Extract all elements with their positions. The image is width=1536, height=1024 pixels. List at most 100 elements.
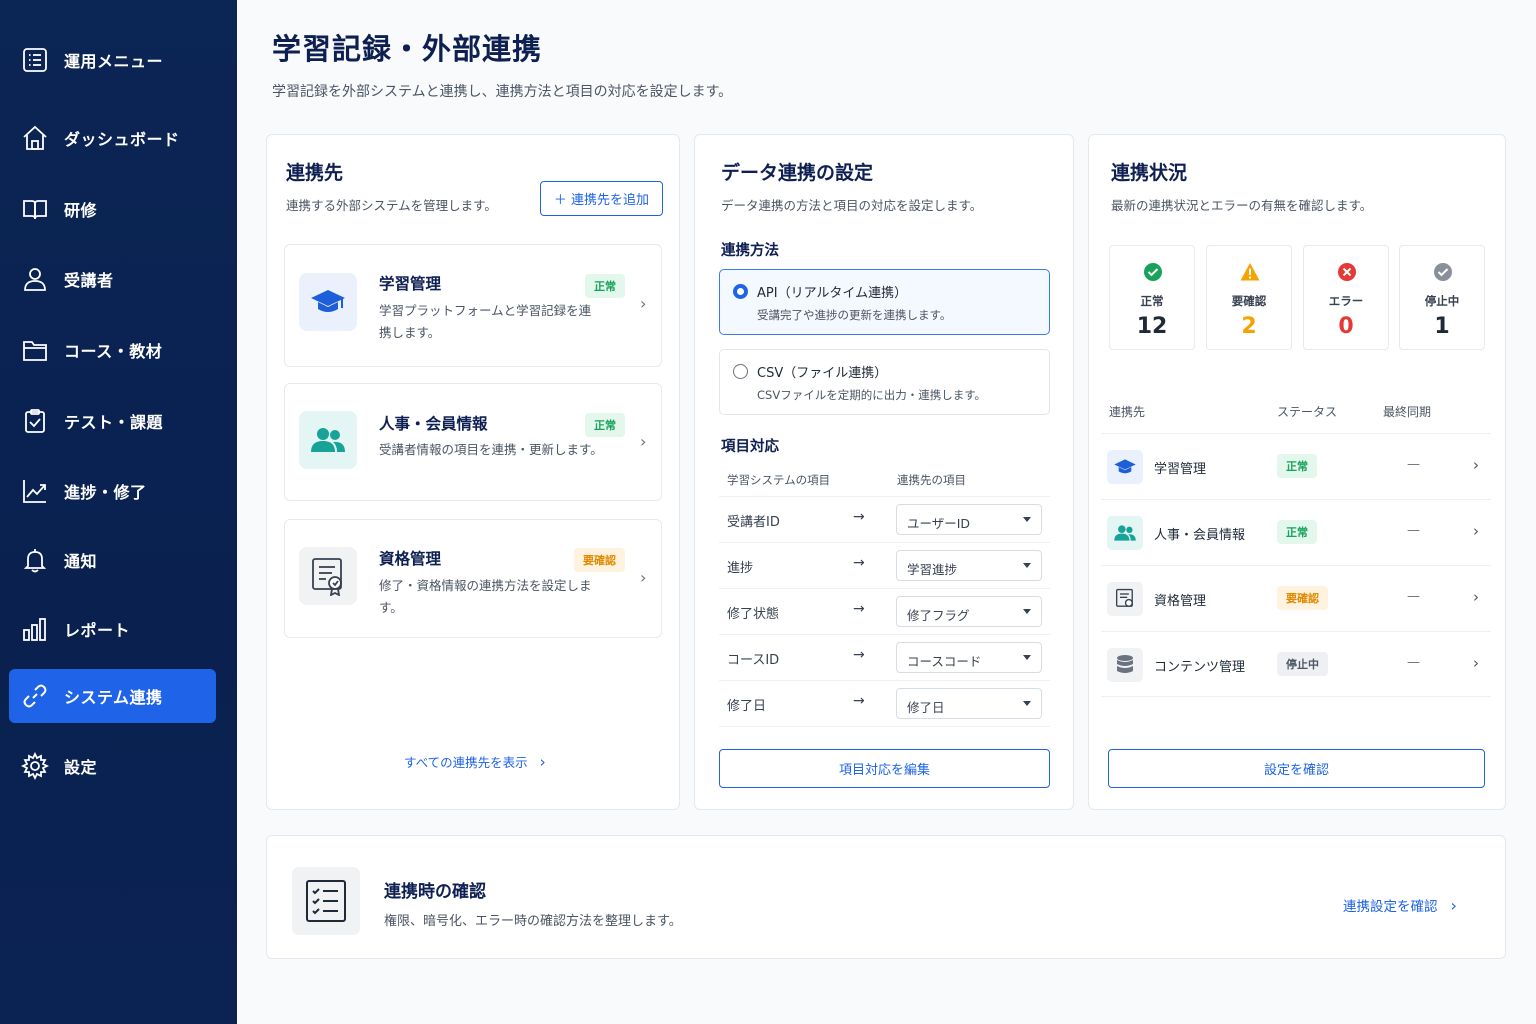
mapping-target-select[interactable]: ユーザーID (896, 504, 1042, 535)
sidebar-item-courses[interactable]: コース・教材 (9, 323, 216, 377)
mapping-source: 修了日 (727, 699, 767, 714)
confirm-settings-button[interactable]: 設定を確認 (1108, 749, 1485, 788)
arrow-right-icon: → (853, 509, 865, 525)
add-destination-button[interactable]: ＋ 連携先を追加 (540, 181, 663, 216)
mapping-source: 修了状態 (727, 607, 780, 622)
mapping-target-select[interactable]: コースコード (896, 642, 1042, 673)
caret-down-icon (1023, 701, 1031, 706)
graduation-cap-icon (1107, 450, 1143, 484)
select-value: コースコード (907, 654, 982, 669)
mapping-target-select[interactable]: 修了日 (896, 688, 1042, 719)
destination-item-learning[interactable]: 学習管理 学習プラットフォームと学習記録を連携します。 正常 › (284, 244, 662, 367)
destinations-title: 連携先 (286, 162, 344, 184)
radio-selected[interactable] (733, 284, 748, 299)
row-name: コンテンツ管理 (1154, 660, 1246, 675)
caret-down-icon (1023, 609, 1031, 614)
mapping-source: コースID (727, 653, 780, 668)
status-badge: 正常 (585, 413, 625, 437)
table-row[interactable]: 学習管理 正常 — › (1101, 433, 1491, 499)
sidebar-item-label: 進捗・修了 (64, 483, 147, 502)
destination-item-certification[interactable]: 資格管理 修了・資格情報の連携方法を設定します。 要確認 › (284, 519, 662, 638)
stat-label: 要確認 (1231, 294, 1267, 308)
sidebar-item-training[interactable]: 研修 (9, 182, 216, 236)
destination-desc: 修了・資格情報の連携方法を設定します。 (379, 578, 592, 615)
sidebar-item-progress[interactable]: 進捗・修了 (9, 464, 216, 518)
link-icon (23, 684, 47, 708)
stat-value: 2 (1241, 314, 1257, 339)
table-row[interactable]: コンテンツ管理 停止中 — › (1101, 631, 1491, 697)
arrow-right-icon: → (853, 647, 865, 663)
chevron-right-icon: › (539, 752, 546, 771)
view-all-destinations-link[interactable]: すべての連携先を表示 › (404, 752, 546, 771)
chevron-right-icon: › (1473, 588, 1479, 606)
status-badge: 要確認 (1277, 586, 1328, 610)
arrow-right-icon: → (853, 693, 865, 709)
sidebar-item-operations-menu[interactable]: 運用メニュー (9, 33, 216, 87)
sidebar-item-learners[interactable]: 受講者 (9, 252, 216, 306)
select-value: 修了フラグ (907, 608, 970, 623)
sidebar-item-label: 運用メニュー (64, 52, 164, 71)
table-header-last-sync: 最終同期 (1383, 405, 1432, 419)
bell-icon (23, 549, 47, 573)
method-option-api[interactable]: API（リアルタイム連携） 受講完了や進捗の更新を連携します。 (719, 269, 1050, 335)
select-value: ユーザーID (907, 516, 971, 531)
select-value: 学習進捗 (907, 562, 958, 577)
view-all-label: すべての連携先を表示 (404, 755, 528, 770)
mapping-target-select[interactable]: 修了フラグ (896, 596, 1042, 627)
home-icon (23, 125, 47, 150)
table-header-status: ステータス (1277, 405, 1338, 419)
checklist-icon (292, 867, 360, 935)
stat-label: 停止中 (1424, 294, 1460, 308)
stat-error: エラー 0 (1303, 245, 1389, 350)
sidebar-item-label: 研修 (64, 201, 98, 220)
sidebar-item-notifications[interactable]: 通知 (9, 533, 216, 587)
table-row[interactable]: 資格管理 要確認 — › (1101, 565, 1491, 631)
chevron-right-icon: › (640, 294, 647, 313)
mapping-header-source: 学習システムの項目 (727, 473, 831, 487)
sidebar-item-label: システム連携 (64, 688, 163, 707)
page-title: 学習記録・外部連携 (272, 32, 543, 66)
sidebar-item-label: レポート (64, 621, 131, 640)
sidebar-item-tests[interactable]: テスト・課題 (9, 394, 216, 448)
stat-value: 1 (1434, 314, 1450, 339)
mapping-row: 受講者ID → ユーザーID (719, 497, 1050, 543)
table-row[interactable]: 人事・会員情報 正常 — › (1101, 499, 1491, 565)
destinations-desc: 連携する外部システムを管理します。 (286, 198, 497, 213)
sidebar-item-dashboard[interactable]: ダッシュボード (9, 111, 216, 165)
method-option-csv[interactable]: CSV（ファイル連携） CSVファイルを定期的に出力・連携します。 (719, 349, 1050, 415)
book-icon (23, 200, 47, 220)
edit-mapping-button[interactable]: 項目対応を編集 (719, 749, 1050, 788)
chevron-right-icon: › (1473, 654, 1479, 672)
row-last-sync: — (1407, 589, 1420, 604)
arrow-right-icon: → (853, 555, 865, 571)
mapping-source: 進捗 (727, 561, 754, 576)
status-badge: 正常 (1277, 454, 1317, 478)
method-title: API（リアルタイム連携） (757, 286, 908, 301)
certificate-icon (1107, 582, 1143, 616)
sidebar-item-reports[interactable]: レポート (9, 602, 216, 656)
mapping-target-select[interactable]: 学習進捗 (896, 550, 1042, 581)
sidebar-item-system-integration[interactable]: システム連携 (9, 669, 216, 723)
warning-icon (1240, 263, 1260, 281)
users-icon (299, 411, 357, 469)
check-integration-settings-link[interactable]: 連携設定を確認 › (1343, 895, 1457, 916)
stat-value: 0 (1338, 314, 1354, 339)
users-icon (1107, 516, 1143, 550)
sidebar-item-settings[interactable]: 設定 (9, 739, 216, 793)
integration-check-card: 連携時の確認 権限、暗号化、エラー時の確認方法を整理します。 連携設定を確認 › (266, 835, 1506, 959)
paused-check-icon (1434, 263, 1452, 281)
radio-unselected[interactable] (733, 364, 748, 379)
stat-label: 正常 (1140, 294, 1164, 308)
row-name: 人事・会員情報 (1154, 528, 1246, 543)
mapping-header-target: 連携先の項目 (897, 473, 966, 487)
caret-down-icon (1023, 517, 1031, 522)
mapping-row: 進捗 → 学習進捗 (719, 543, 1050, 589)
method-label: 連携方法 (721, 243, 779, 259)
caret-down-icon (1023, 563, 1031, 568)
mapping-row: 修了日 → 修了日 (719, 681, 1050, 727)
data-settings-title: データ連携の設定 (721, 162, 874, 184)
destination-item-hr[interactable]: 人事・会員情報 受講者情報の項目を連携・更新します。 正常 › (284, 383, 662, 501)
select-value: 修了日 (907, 700, 945, 715)
database-icon (1107, 648, 1143, 682)
status-badge: 停止中 (1277, 652, 1328, 676)
